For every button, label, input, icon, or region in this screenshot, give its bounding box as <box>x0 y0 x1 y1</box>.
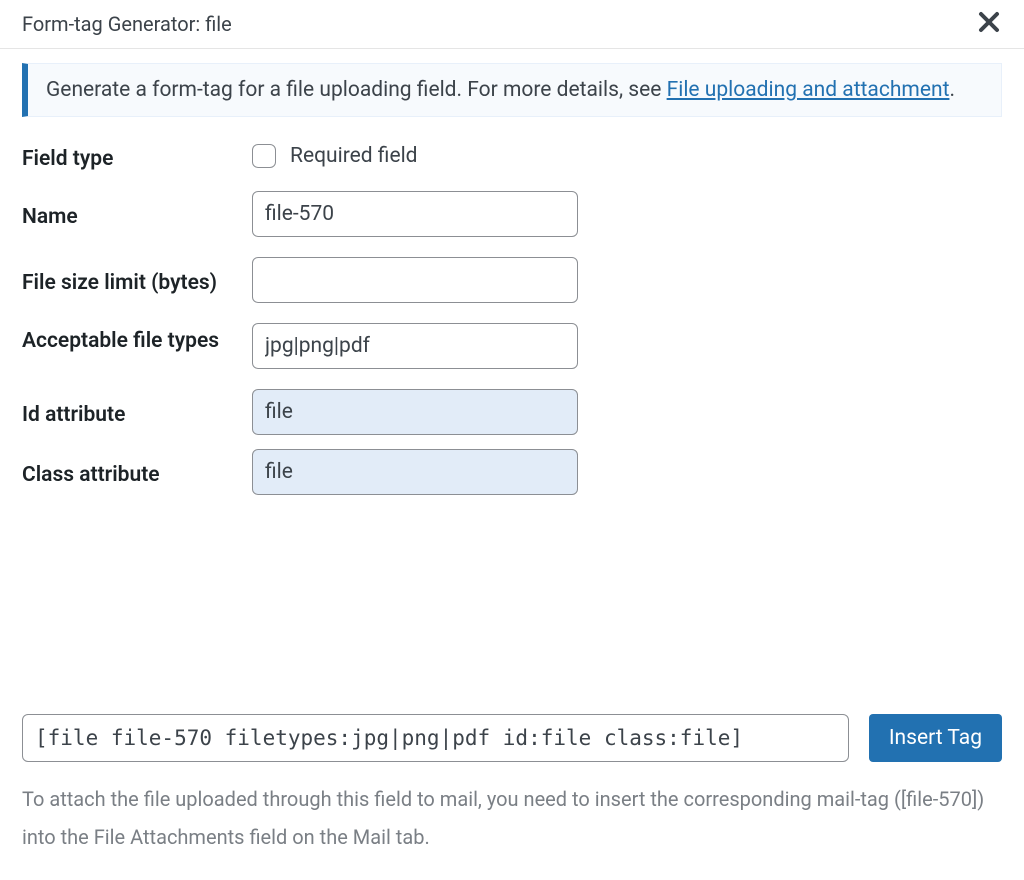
description-suffix: . <box>949 78 955 102</box>
row-size-limit: File size limit (bytes) <box>22 257 1002 303</box>
generated-tag-output[interactable] <box>22 714 849 762</box>
id-attribute-input[interactable] <box>252 389 578 435</box>
row-field-type: Field type Required field <box>22 141 1002 171</box>
label-field-type: Field type <box>22 141 252 171</box>
required-checkbox-label: Required field <box>290 144 418 168</box>
label-id-attribute: Id attribute <box>22 397 252 427</box>
help-pre: To attach the file uploaded through this… <box>22 787 901 811</box>
row-filetypes: Acceptable file types <box>22 323 1002 369</box>
class-attribute-input[interactable] <box>252 449 578 495</box>
name-input[interactable] <box>252 191 578 237</box>
required-checkbox[interactable] <box>252 144 276 168</box>
close-icon[interactable] <box>976 10 1002 38</box>
label-filetypes: Acceptable file types <box>22 323 252 353</box>
label-name: Name <box>22 199 252 229</box>
form-tag-generator-modal: Form-tag Generator: file Generate a form… <box>0 0 1024 880</box>
size-limit-input[interactable] <box>252 257 578 303</box>
modal-footer: Insert Tag To attach the file uploaded t… <box>0 634 1024 880</box>
form-fields: Field type Required field Name File size… <box>0 141 1024 495</box>
modal-title: Form-tag Generator: file <box>22 12 232 36</box>
label-class-attribute: Class attribute <box>22 457 252 487</box>
description-link[interactable]: File uploading and attachment <box>667 78 950 102</box>
description-banner: Generate a form-tag for a file uploading… <box>22 63 1002 117</box>
filetypes-input[interactable] <box>252 323 578 369</box>
insert-tag-button[interactable]: Insert Tag <box>869 714 1002 762</box>
description-text: Generate a form-tag for a file uploading… <box>46 78 667 102</box>
help-mailtag: [file-570] <box>901 787 977 811</box>
modal-header: Form-tag Generator: file <box>0 0 1024 49</box>
tag-output-row: Insert Tag <box>22 714 1002 762</box>
row-name: Name <box>22 191 1002 237</box>
footer-help-text: To attach the file uploaded through this… <box>22 780 1002 856</box>
label-size-limit: File size limit (bytes) <box>22 265 252 295</box>
row-id-attribute: Id attribute <box>22 389 1002 435</box>
row-class-attribute: Class attribute <box>22 449 1002 495</box>
